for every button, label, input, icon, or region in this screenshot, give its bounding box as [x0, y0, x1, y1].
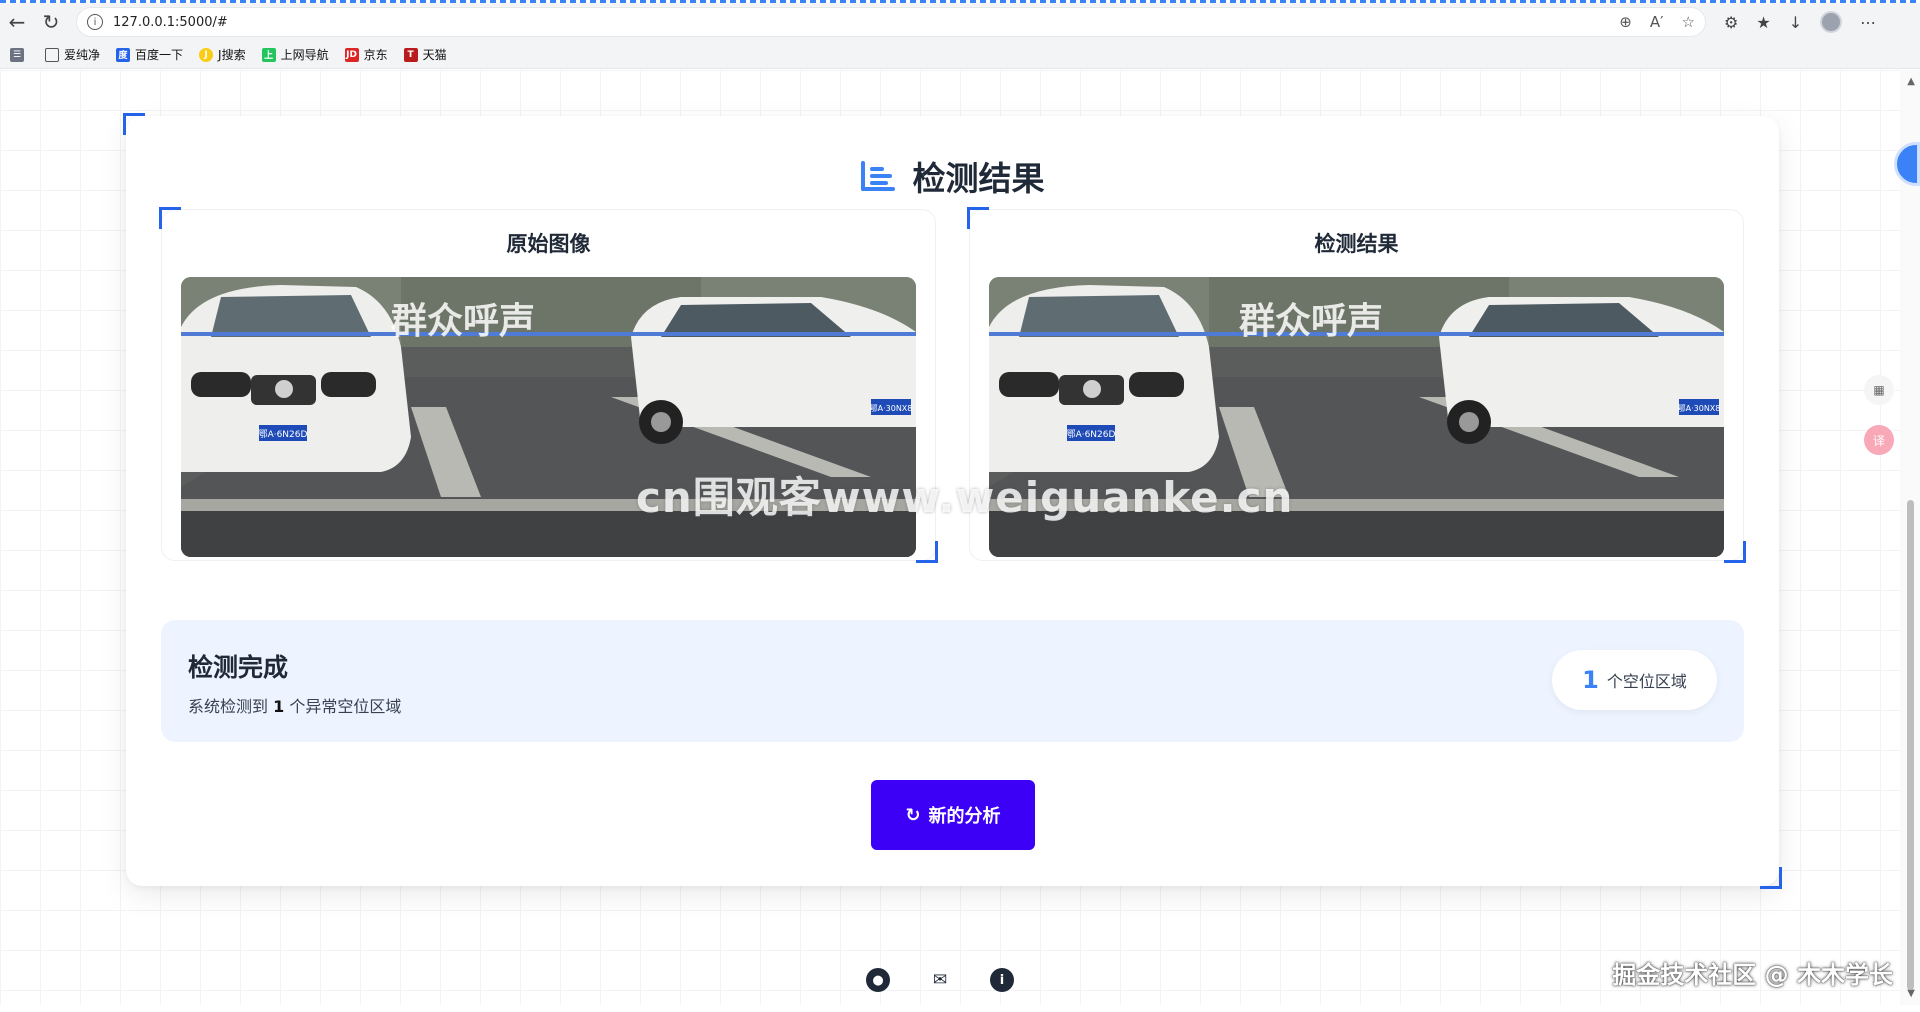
- info-icon[interactable]: i: [990, 968, 1014, 992]
- address-bar[interactable]: i 127.0.0.1:5000/# ⊕ A′ ☆: [76, 7, 1706, 37]
- back-icon[interactable]: ←: [0, 7, 34, 37]
- corner-decoration: [1760, 867, 1782, 889]
- license-plate-left: 鄂A·6N26D: [259, 429, 308, 440]
- qr-code-icon[interactable]: ▦: [1864, 375, 1894, 405]
- new-analysis-label: 新的分析: [928, 806, 1001, 827]
- bookmark-item[interactable]: T 天猫: [403, 46, 447, 63]
- favorite-star-icon[interactable]: ☆: [1682, 13, 1695, 31]
- bookmark-item[interactable]: 上上网导航: [261, 46, 329, 63]
- watermark-overlay: cn围观客www.weiguanke.cn: [636, 473, 1294, 522]
- credit-overlay: 掘金技术社区 @ 木木学长: [1612, 961, 1893, 989]
- search-engine-icon: J: [199, 47, 214, 62]
- corner-decoration: [1724, 541, 1746, 563]
- corner-decoration: [916, 541, 938, 563]
- site-info-icon[interactable]: i: [87, 14, 103, 30]
- status-count: 1: [273, 697, 285, 716]
- reload-icon[interactable]: ↻: [34, 7, 68, 37]
- bookmark-item[interactable]: J J搜索: [199, 46, 246, 63]
- corner-decoration: [123, 113, 145, 135]
- footer-links: ● ✉ i: [866, 968, 1014, 992]
- download-icon[interactable]: ↓: [1789, 13, 1802, 32]
- badge-count: 1: [1582, 666, 1599, 694]
- corner-decoration: [159, 207, 181, 229]
- detection-status: 检测完成 系统检测到 1 个异常空位区域 1 个空位区域: [161, 620, 1744, 742]
- url-text[interactable]: 127.0.0.1:5000/#: [113, 15, 1619, 30]
- license-plate-right: 鄂A·30NX8: [870, 404, 913, 413]
- mail-icon[interactable]: ✉: [928, 968, 952, 992]
- extensions-icon[interactable]: ⚙: [1724, 13, 1738, 32]
- corner-decoration: [967, 207, 989, 229]
- zoom-icon[interactable]: ⊕: [1619, 13, 1632, 31]
- bookmark-item[interactable]: 爱纯净: [45, 46, 100, 63]
- jd-icon: JD: [344, 47, 359, 62]
- bookmark-item[interactable]: 度百度一下: [116, 46, 183, 63]
- image-caption-overlay: 群众呼声: [391, 301, 535, 342]
- navigation-icon: 上: [261, 47, 276, 62]
- panel-title: 检测结果: [1314, 232, 1399, 256]
- new-analysis-button[interactable]: ↻ 新的分析: [871, 780, 1035, 850]
- result-header: 检测结果: [126, 152, 1779, 200]
- status-description: 系统检测到 1 个异常空位区域: [188, 697, 402, 716]
- refresh-icon: ↻: [905, 804, 921, 826]
- page-title: 检测结果: [912, 159, 1045, 198]
- badge-label: 个空位区域: [1606, 672, 1687, 691]
- bookmark-item[interactable]: JD 京东: [344, 46, 388, 63]
- tmall-icon: T: [403, 47, 418, 62]
- scroll-thumb[interactable]: [1907, 500, 1914, 990]
- favorites-icon[interactable]: ★: [1756, 13, 1770, 32]
- panel-title: 原始图像: [506, 232, 591, 256]
- baidu-icon: 度: [116, 47, 131, 62]
- scroll-up-icon[interactable]: ▲: [1907, 76, 1915, 87]
- more-menu-icon[interactable]: ⋯: [1860, 13, 1876, 32]
- bookmarks-menu-icon[interactable]: ☰: [10, 47, 29, 62]
- image-caption-overlay: 群众呼声: [1239, 301, 1383, 342]
- license-plate-left: 鄂A·6N26D: [1067, 429, 1116, 440]
- folder-icon: [45, 47, 59, 62]
- profile-avatar[interactable]: [1820, 11, 1843, 33]
- github-icon[interactable]: ●: [866, 968, 890, 992]
- read-aloud-icon[interactable]: A′: [1650, 13, 1664, 31]
- status-title: 检测完成: [188, 653, 289, 682]
- empty-slot-count-badge: 1 个空位区域: [1552, 650, 1717, 710]
- chart-list-icon: [860, 161, 895, 191]
- bookmarks-bar: ☰ 爱纯净 度百度一下 J J搜索 上上网导航 JD 京东 T 天猫: [0, 41, 1920, 69]
- browser-toolbar: ← ↻ i 127.0.0.1:5000/# ⊕ A′ ☆ ⚙ ★ ↓ ⋯: [0, 3, 1920, 41]
- license-plate-right: 鄂A·30NX8: [1678, 404, 1721, 413]
- translate-icon[interactable]: 译: [1864, 425, 1894, 455]
